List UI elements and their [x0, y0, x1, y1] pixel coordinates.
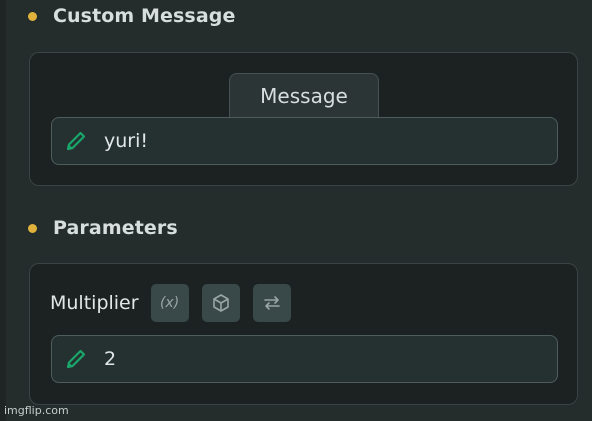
- left-edge-divider: [0, 0, 6, 421]
- tab-message[interactable]: Message: [229, 73, 379, 118]
- custom-message-title: Custom Message: [53, 5, 236, 27]
- pencil-icon: [64, 129, 88, 153]
- variable-button[interactable]: (x): [150, 284, 189, 322]
- multiplier-input[interactable]: 2: [51, 335, 558, 383]
- cube-button[interactable]: [201, 284, 240, 322]
- parameters-header: Parameters: [28, 216, 178, 240]
- multiplier-input-value: 2: [104, 348, 117, 370]
- multiplier-label: Multiplier: [50, 292, 139, 314]
- tab-message-label: Message: [260, 84, 348, 108]
- cube-icon: [211, 293, 231, 313]
- swap-button[interactable]: [252, 284, 291, 322]
- message-input-value: yuri!: [104, 130, 148, 152]
- parameters-title: Parameters: [53, 217, 178, 239]
- status-dot-icon: [28, 11, 37, 21]
- status-dot-icon: [28, 223, 37, 233]
- variable-icon: (x): [159, 295, 180, 311]
- pencil-icon: [64, 347, 88, 371]
- custom-message-header: Custom Message: [28, 4, 235, 28]
- parameters-panel: Multiplier (x) 2: [29, 263, 578, 405]
- swap-arrows-icon: [262, 293, 282, 313]
- custom-message-panel: Message yuri!: [29, 52, 578, 186]
- multiplier-row: Multiplier (x): [50, 284, 304, 322]
- message-input[interactable]: yuri!: [51, 117, 558, 165]
- watermark: imgflip.com: [4, 404, 69, 417]
